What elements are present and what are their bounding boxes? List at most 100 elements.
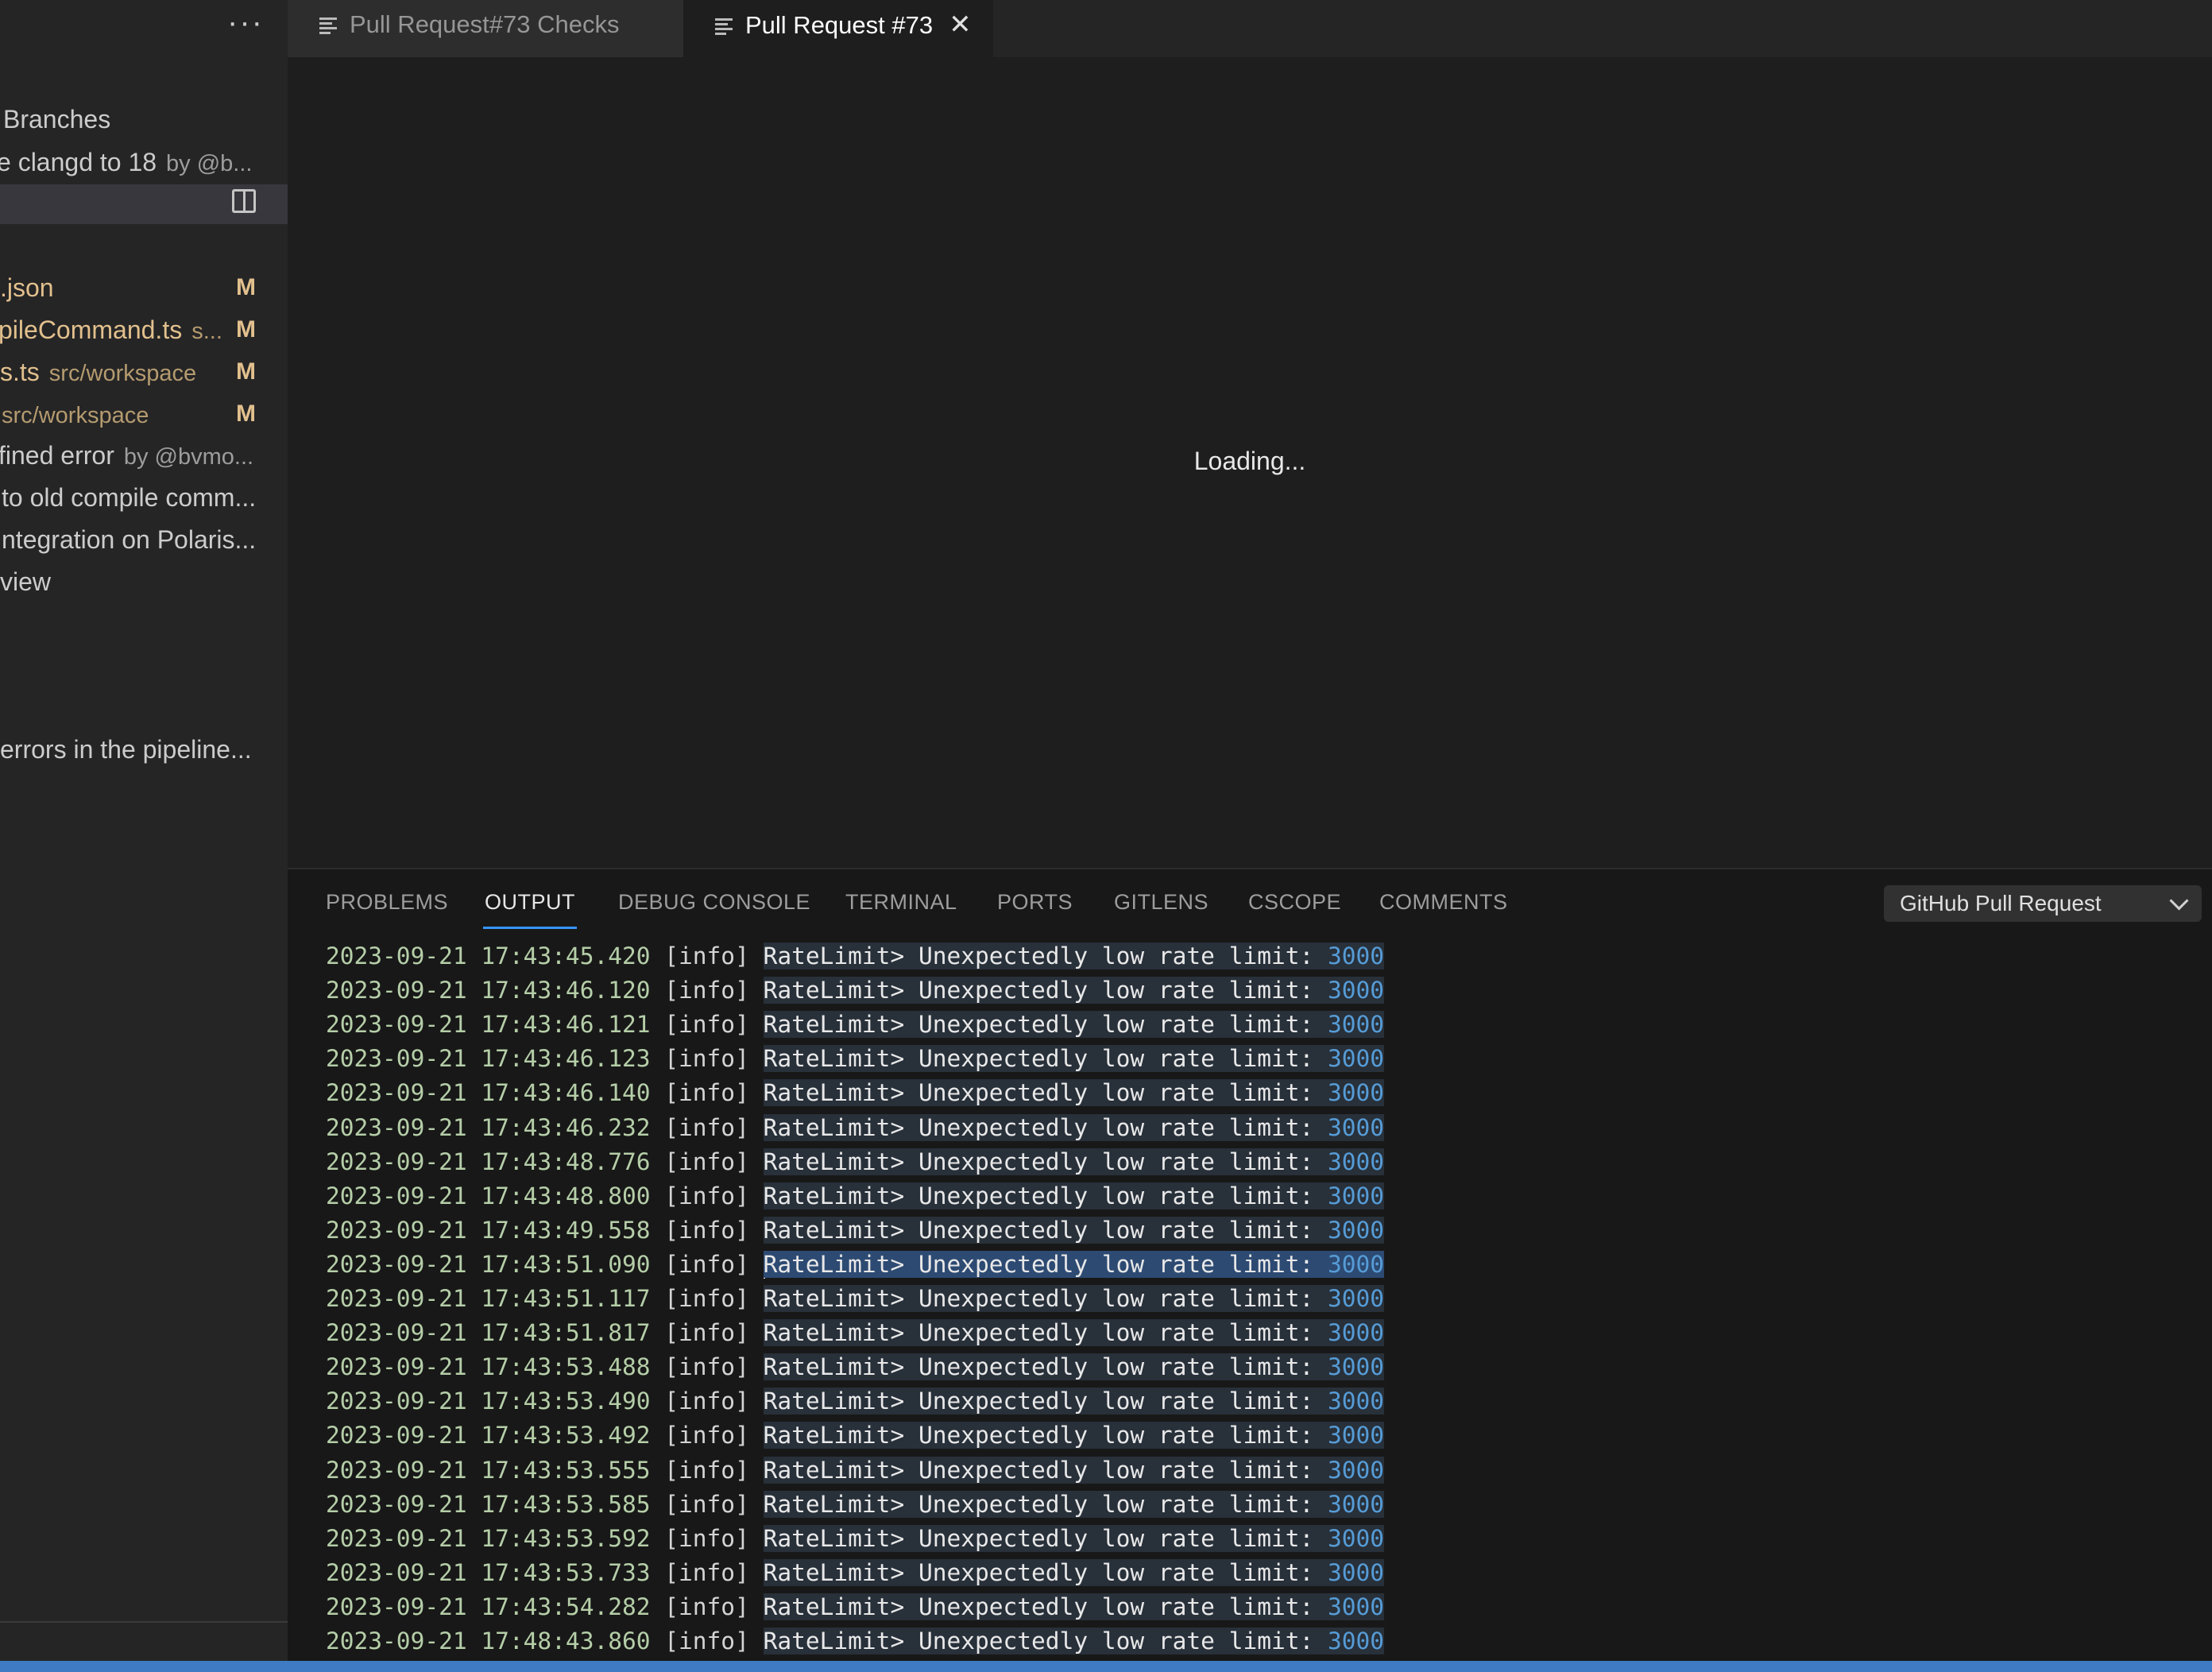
log-timestamp: 2023-09-21 17:43:48.800 [326, 1182, 651, 1209]
panel-tab-bar: PROBLEMS OUTPUT DEBUG CONSOLE TERMINAL P… [288, 869, 2212, 938]
sidebar-item-label: view [0, 567, 52, 596]
log-line[interactable]: 2023-09-21 17:43:46.123 [info] RateLimit… [326, 1042, 1385, 1076]
log-level: [info] [650, 1456, 764, 1484]
log-line[interactable]: 2023-09-21 17:43:54.282 [info] RateLimit… [326, 1590, 1385, 1624]
log-line[interactable]: 2023-09-21 17:48:43.860 [info] RateLimit… [326, 1624, 1385, 1655]
editor-tab-bar: Pull Request#73 Checks Pull Request #73 ✕ [288, 0, 2212, 57]
log-line[interactable]: 2023-09-21 17:43:53.733 [info] RateLimit… [326, 1556, 1385, 1590]
log-value: 3000 [1328, 1182, 1385, 1209]
log-value: 3000 [1328, 1319, 1385, 1347]
log-timestamp: 2023-09-21 17:43:54.282 [326, 1593, 651, 1620]
log-value: 3000 [1328, 1422, 1385, 1449]
log-timestamp: 2023-09-21 17:43:53.555 [326, 1456, 651, 1484]
sidebar-item-pr[interactable]: errors in the pipeline... [0, 729, 288, 770]
log-line[interactable]: 2023-09-21 17:43:45.420 [info] RateLimit… [326, 939, 1385, 973]
log-message: RateLimit> Unexpectedly low rate limit: [763, 1319, 1328, 1347]
log-message: RateLimit> Unexpectedly low rate limit: [763, 1422, 1328, 1449]
sidebar-item-pr[interactable]: fined error by @bvmo... [0, 435, 288, 476]
sidebar-item-pr[interactable]: view [0, 561, 288, 602]
log-timestamp: 2023-09-21 17:43:53.733 [326, 1558, 651, 1586]
tab-problems[interactable]: PROBLEMS [326, 890, 448, 915]
tab-output[interactable]: OUTPUT [483, 890, 577, 929]
log-level: [info] [650, 1353, 764, 1381]
log-line[interactable]: 2023-09-21 17:43:53.555 [info] RateLimit… [326, 1453, 1385, 1488]
file-name: .json [0, 273, 54, 302]
log-message: RateLimit> Unexpectedly low rate limit: [763, 1524, 1328, 1552]
modified-badge: M [236, 358, 256, 385]
log-value: 3000 [1328, 1011, 1385, 1039]
tab-ports[interactable]: PORTS [997, 890, 1073, 915]
log-level: [info] [650, 1627, 764, 1655]
sidebar-item-pr[interactable]: to old compile comm... [0, 477, 288, 518]
log-value: 3000 [1328, 1627, 1385, 1655]
file-item[interactable]: src/workspace M [0, 393, 288, 435]
log-line[interactable]: 2023-09-21 17:43:53.492 [info] RateLimit… [326, 1418, 1385, 1453]
split-view-icon[interactable] [232, 189, 256, 213]
log-line[interactable]: 2023-09-21 17:43:51.117 [info] RateLimit… [326, 1282, 1385, 1316]
file-item[interactable]: .json M [0, 267, 288, 308]
log-level: [info] [650, 1079, 764, 1107]
log-timestamp: 2023-09-21 17:43:51.117 [326, 1285, 651, 1312]
output-channel-select[interactable]: GitHub Pull Request [1884, 885, 2202, 922]
log-timestamp: 2023-09-21 17:43:53.585 [326, 1490, 651, 1518]
tab-pr-73[interactable]: Pull Request #73 ✕ [683, 0, 993, 57]
log-line[interactable]: 2023-09-21 17:43:48.776 [info] RateLimit… [326, 1145, 1385, 1179]
tab-terminal[interactable]: TERMINAL [845, 890, 957, 915]
file-item[interactable]: pileCommand.ts s... M [0, 309, 288, 350]
log-level: [info] [650, 1182, 764, 1209]
log-line[interactable]: 2023-09-21 17:43:46.121 [info] RateLimit… [326, 1008, 1385, 1042]
log-line[interactable]: 2023-09-21 17:43:53.490 [info] RateLimit… [326, 1384, 1385, 1418]
sidebar-item-label: e clangd to 18 [0, 148, 157, 176]
log-value: 3000 [1328, 1148, 1385, 1175]
output-channel-label: GitHub Pull Request [1900, 891, 2102, 915]
tab-pr-checks[interactable]: Pull Request#73 Checks [288, 0, 683, 57]
log-line[interactable]: 2023-09-21 17:43:53.592 [info] RateLimit… [326, 1522, 1385, 1556]
log-message: RateLimit> Unexpectedly low rate limit: [763, 1388, 1328, 1415]
file-path: src/workspace [2, 403, 149, 428]
log-timestamp: 2023-09-21 17:43:46.123 [326, 1045, 651, 1073]
log-value: 3000 [1328, 1558, 1385, 1586]
tab-gitlens[interactable]: GITLENS [1114, 890, 1208, 915]
preview-icon [715, 17, 733, 36]
sidebar-item-desc: by @b... [166, 151, 253, 176]
log-message: RateLimit> Unexpectedly low rate limit: [763, 1490, 1328, 1518]
more-actions-icon[interactable]: ··· [227, 5, 264, 41]
tab-debug-console[interactable]: DEBUG CONSOLE [618, 890, 810, 915]
editor-area: Loading... [288, 57, 2212, 868]
log-line[interactable]: 2023-09-21 17:43:46.120 [info] RateLimit… [326, 973, 1385, 1008]
log-line[interactable]: 2023-09-21 17:43:49.558 [info] RateLimit… [326, 1213, 1385, 1248]
log-line[interactable]: 2023-09-21 17:43:51.090 [info] RateLimit… [326, 1248, 1385, 1282]
log-line[interactable]: 2023-09-21 17:43:53.488 [info] RateLimit… [326, 1350, 1385, 1384]
log-level: [info] [650, 1524, 764, 1552]
log-value: 3000 [1328, 1285, 1385, 1312]
tab-cscope[interactable]: CSCOPE [1248, 890, 1341, 915]
file-name: pileCommand.ts [0, 315, 183, 344]
close-icon[interactable]: ✕ [949, 0, 972, 49]
output-log[interactable]: 2023-09-21 17:43:45.420 [info] RateLimit… [326, 939, 2201, 1655]
file-path: src/workspace [48, 361, 197, 386]
sidebar-item-pr[interactable]: ntegration on Polaris... [0, 519, 288, 560]
bottom-panel: PROBLEMS OUTPUT DEBUG CONSOLE TERMINAL P… [288, 868, 2212, 1662]
log-level: [info] [650, 1113, 764, 1141]
log-value: 3000 [1328, 1456, 1385, 1484]
sidebar-item-label: fined error [0, 441, 114, 470]
log-line[interactable]: 2023-09-21 17:43:53.585 [info] RateLimit… [326, 1488, 1385, 1522]
file-path: s... [191, 319, 222, 344]
file-item[interactable]: s.ts src/workspace M [0, 351, 288, 393]
log-timestamp: 2023-09-21 17:43:48.776 [326, 1148, 651, 1175]
sidebar-item-pr[interactable]: e clangd to 18 by @b... [0, 141, 288, 183]
log-timestamp: 2023-09-21 17:43:53.592 [326, 1524, 651, 1552]
log-message: RateLimit> Unexpectedly low rate limit: [763, 1285, 1328, 1312]
log-line[interactable]: 2023-09-21 17:43:46.232 [info] RateLimit… [326, 1111, 1385, 1145]
log-message: RateLimit> Unexpectedly low rate limit: [763, 1045, 1328, 1073]
sidebar: ··· Branches e clangd to 18 by @b... .jso… [0, 0, 288, 1672]
log-message: RateLimit> Unexpectedly low rate limit: [763, 1456, 1328, 1484]
log-message: RateLimit> Unexpectedly low rate limit: [763, 1558, 1328, 1586]
tab-comments[interactable]: COMMENTS [1379, 890, 1508, 915]
modified-badge: M [236, 274, 256, 300]
log-line[interactable]: 2023-09-21 17:43:46.140 [info] RateLimit… [326, 1076, 1385, 1110]
sidebar-item-branches[interactable]: Branches [0, 99, 288, 140]
log-message: RateLimit> Unexpectedly low rate limit: [763, 1079, 1328, 1107]
log-line[interactable]: 2023-09-21 17:43:51.817 [info] RateLimit… [326, 1316, 1385, 1350]
log-line[interactable]: 2023-09-21 17:43:48.800 [info] RateLimit… [326, 1179, 1385, 1213]
